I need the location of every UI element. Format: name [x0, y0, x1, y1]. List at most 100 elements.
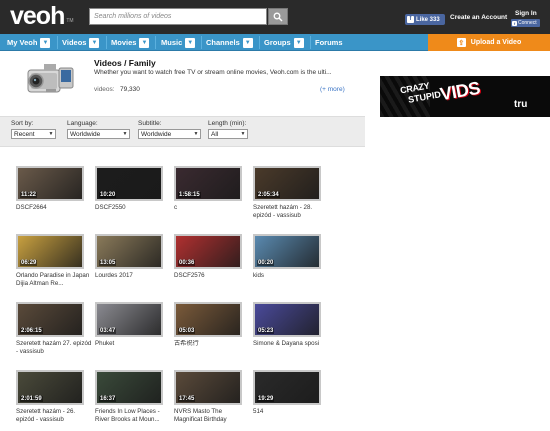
chevron-down-icon: ▼	[240, 131, 246, 137]
video-thumbnail[interactable]: 2:01:59	[16, 370, 84, 405]
video-title[interactable]: 514	[253, 408, 329, 416]
video-duration: 16:37	[99, 396, 117, 402]
video-thumbnail[interactable]: 16:37	[95, 370, 163, 405]
video-thumbnail[interactable]: 10:20	[95, 166, 163, 201]
video-thumbnail[interactable]: 1:58:15	[174, 166, 242, 201]
video-duration: 13:05	[99, 260, 117, 266]
filter-bar: Sort by: Recent ▼ Language: Worldwide ▼ …	[0, 116, 365, 147]
upload-icon: ⇪	[456, 38, 466, 47]
nav-divider	[106, 36, 107, 49]
video-item[interactable]: 10:20 DSCF2550	[95, 166, 165, 212]
language-filter: Language: Worldwide ▼	[67, 120, 130, 139]
video-title[interactable]: Orlando Paradise in Japan Dijia Altman R…	[16, 272, 92, 288]
video-item[interactable]: 13:05 Lourdes 2017	[95, 234, 165, 280]
video-duration: 00:20	[257, 260, 275, 266]
nav-videos[interactable]: Videos ▼	[62, 34, 100, 51]
search-button[interactable]	[268, 8, 288, 25]
facebook-icon: f	[407, 16, 414, 23]
video-title[interactable]: DSCF2550	[95, 204, 171, 212]
nav-divider	[155, 36, 156, 49]
more-link[interactable]: (+ more)	[320, 86, 345, 93]
ad-banner[interactable]: CRAZY STUPID VIDS tru	[380, 76, 550, 117]
video-thumbnail[interactable]: 17:45	[174, 370, 242, 405]
video-item[interactable]: 16:37 Friends In Low Places - River Brook…	[95, 370, 165, 424]
veoh-logo[interactable]: veoh TM	[10, 2, 74, 30]
video-item[interactable]: 2:05:34 Szeretett hazám - 28. epizód - va…	[253, 166, 323, 220]
video-thumbnail[interactable]: 05:23	[253, 302, 321, 337]
nav-my-veoh[interactable]: My Veoh ▼	[7, 34, 51, 51]
video-item[interactable]: 17:45 NVRS Masto The Magnificat Birthday	[174, 370, 244, 424]
video-thumbnail[interactable]: 00:36	[174, 234, 242, 269]
video-title[interactable]: DSCF2664	[16, 204, 92, 212]
video-title[interactable]: Szeretett hazám - 28. epizód - vassisub	[253, 204, 329, 220]
video-title[interactable]: c	[174, 204, 250, 212]
video-item[interactable]: 05:03 古希祝行	[174, 302, 244, 348]
chevron-down-icon[interactable]: ▼	[139, 37, 150, 48]
video-item[interactable]: 19:29 514	[253, 370, 323, 416]
nav-divider	[57, 36, 58, 49]
video-camera-icon	[27, 64, 74, 93]
video-item[interactable]: 2:01:59 Szeretett hazám - 26. epizód - va…	[16, 370, 86, 424]
video-item[interactable]: 03:47 Phuket	[95, 302, 165, 348]
video-title[interactable]: 古希祝行	[174, 340, 250, 348]
nav-music[interactable]: Music ▼	[161, 34, 196, 51]
nav-divider	[310, 36, 311, 49]
video-thumbnail[interactable]: 06:29	[16, 234, 84, 269]
video-title[interactable]: DSCF2576	[174, 272, 250, 280]
facebook-connect-button[interactable]: f Connect	[511, 19, 540, 27]
video-duration: 11:22	[20, 192, 38, 198]
subtitle-select[interactable]: Worldwide ▼	[138, 129, 201, 139]
video-title[interactable]: Lourdes 2017	[95, 272, 171, 280]
nav-movies[interactable]: Movies ▼	[111, 34, 150, 51]
video-title[interactable]: NVRS Masto The Magnificat Birthday	[174, 408, 250, 424]
sort-select[interactable]: Recent ▼	[11, 129, 56, 139]
video-title[interactable]: Simone & Dayana sposi	[253, 340, 329, 348]
chevron-down-icon[interactable]: ▼	[293, 37, 304, 48]
video-item[interactable]: 06:29 Orlando Paradise in Japan Dijia Alt…	[16, 234, 89, 288]
facebook-like-button[interactable]: f Like 333	[405, 14, 445, 25]
video-title[interactable]: Phuket	[95, 340, 171, 348]
nav-groups[interactable]: Groups ▼	[264, 34, 304, 51]
video-duration: 1:58:15	[178, 192, 201, 198]
video-thumbnail[interactable]: 00:20	[253, 234, 321, 269]
video-title[interactable]: Szeretett hazám - 26. epizód - vassisub	[16, 408, 92, 424]
facebook-icon: f	[512, 20, 517, 26]
video-item[interactable]: 00:36 DSCF2576	[174, 234, 244, 280]
video-duration: 19:29	[257, 396, 275, 402]
chevron-down-icon[interactable]: ▼	[40, 37, 51, 48]
chevron-down-icon[interactable]: ▼	[185, 37, 196, 48]
upload-video-button[interactable]: ⇪ Upload a Video	[428, 34, 550, 51]
video-duration: 17:45	[178, 396, 196, 402]
video-thumbnail[interactable]: 19:29	[253, 370, 321, 405]
chevron-down-icon: ▼	[193, 131, 199, 137]
nav-channels[interactable]: Channels ▼	[206, 34, 253, 51]
video-item[interactable]: 2:06:15 Szeretett hazám 27. epizód - vass…	[16, 302, 91, 356]
video-thumbnail[interactable]: 2:05:34	[253, 166, 321, 201]
chevron-down-icon[interactable]: ▼	[242, 37, 253, 48]
video-title[interactable]: Friends In Low Places - River Brooks at …	[95, 408, 171, 424]
video-thumbnail[interactable]: 05:03	[174, 302, 242, 337]
sort-filter: Sort by: Recent ▼	[11, 120, 56, 139]
video-item[interactable]: 00:20 kids	[253, 234, 323, 280]
video-item[interactable]: 05:23 Simone & Dayana sposi	[253, 302, 323, 348]
video-thumbnail[interactable]: 13:05	[95, 234, 163, 269]
video-item[interactable]: 1:58:15 c	[174, 166, 244, 212]
video-duration: 05:03	[178, 328, 196, 334]
video-thumbnail[interactable]: 2:06:15	[16, 302, 84, 337]
video-title[interactable]: kids	[253, 272, 329, 280]
language-select[interactable]: Worldwide ▼	[67, 129, 130, 139]
sign-in-link[interactable]: Sign In	[515, 10, 537, 17]
search-input[interactable]: Search millions of videos	[89, 8, 267, 25]
video-item[interactable]: 11:22 DSCF2664	[16, 166, 86, 212]
video-duration: 03:47	[99, 328, 117, 334]
video-thumbnail[interactable]: 11:22	[16, 166, 84, 201]
video-duration: 2:05:34	[257, 192, 280, 198]
category-description: Whether you want to watch free TV or str…	[94, 69, 332, 76]
length-select[interactable]: All ▼	[208, 129, 248, 139]
chevron-down-icon[interactable]: ▼	[89, 37, 100, 48]
nav-forums[interactable]: Forums	[315, 34, 343, 51]
create-account-link[interactable]: Create an Account	[450, 14, 507, 21]
video-title[interactable]: Szeretett hazám 27. epizód - vassisub	[16, 340, 92, 356]
video-count-label: videos:	[94, 86, 115, 93]
video-thumbnail[interactable]: 03:47	[95, 302, 163, 337]
